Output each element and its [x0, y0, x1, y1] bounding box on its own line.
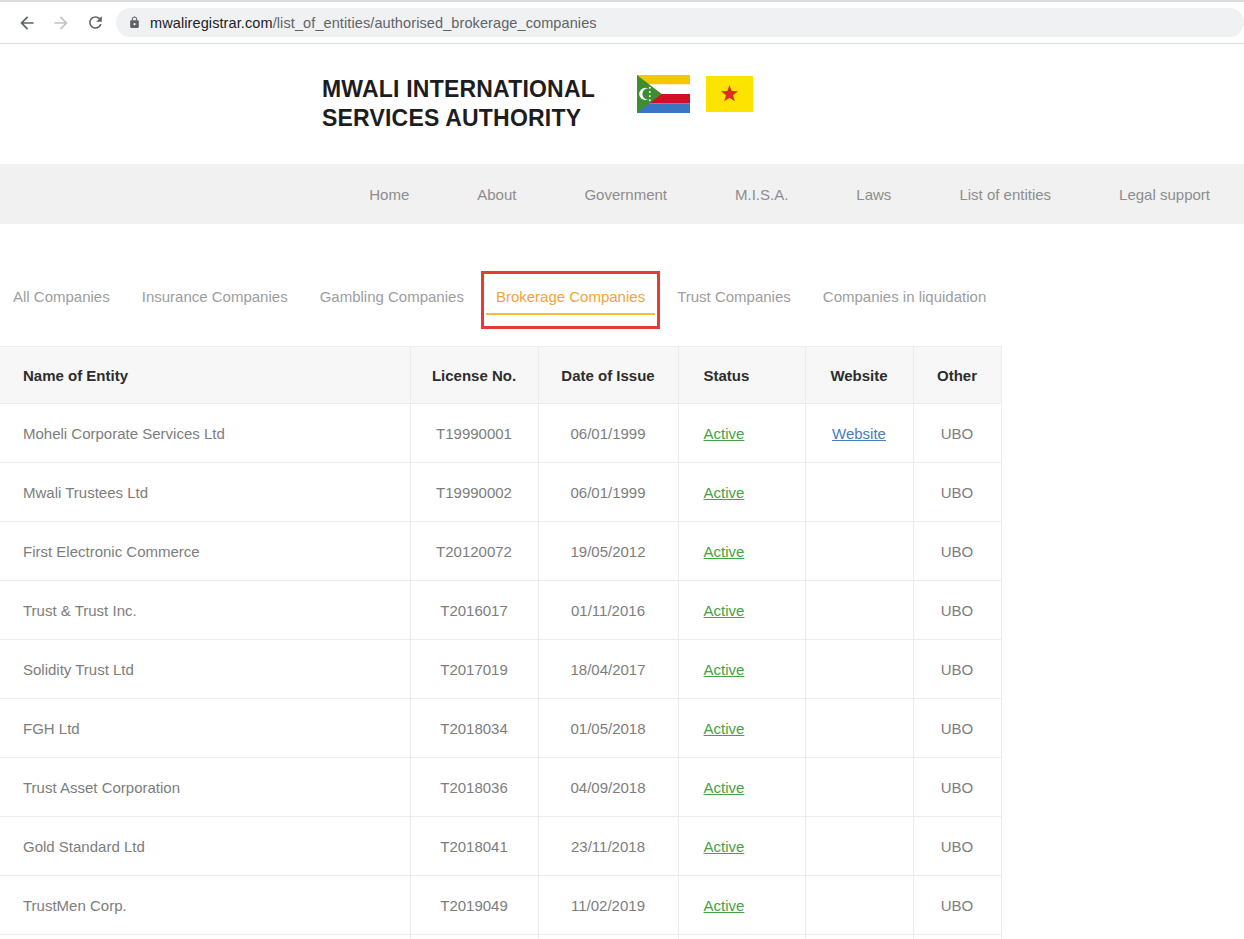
column-header-other: Other — [913, 347, 1001, 404]
tab-brokerage-companies[interactable]: Brokerage Companies — [486, 287, 655, 315]
other-cell: UBO — [913, 404, 1001, 463]
site-title-line1: MWALI INTERNATIONAL — [322, 75, 595, 104]
other-cell: UBO — [913, 581, 1001, 640]
date-of-issue: 11/02/2019 — [538, 876, 678, 935]
entity-name: TrustMen Corp. — [0, 876, 410, 935]
tab-all-companies[interactable]: All Companies — [3, 287, 120, 313]
other-cell: UBO — [913, 758, 1001, 817]
date-of-issue: 23/11/2018 — [538, 817, 678, 876]
site-title: MWALI INTERNATIONAL SERVICES AUTHORITY — [322, 75, 595, 133]
date-of-issue: 01/05/2018 — [538, 699, 678, 758]
date-of-issue: 04/09/2018 — [538, 758, 678, 817]
other-cell: UBO — [913, 522, 1001, 581]
table-header-row: Name of Entity License No. Date of Issue… — [0, 347, 1001, 404]
tab-gambling-companies[interactable]: Gambling Companies — [310, 287, 474, 313]
license-no: T2018036 — [410, 758, 538, 817]
forward-arrow-icon[interactable] — [44, 6, 78, 40]
table-row: Solidity Trust Ltd T2017019 18/04/2017 A… — [0, 640, 1001, 699]
table-row: FGH Ltd T2018034 01/05/2018 Active UBO — [0, 699, 1001, 758]
other-cell: UBO — [913, 463, 1001, 522]
lock-icon[interactable] — [128, 16, 141, 29]
status-link[interactable]: Active — [704, 425, 745, 442]
date-of-issue: 19/05/2012 — [538, 522, 678, 581]
annotation-highlight-box — [481, 271, 660, 329]
column-header-date: Date of Issue — [538, 347, 678, 404]
entity-name: FGH Ltd — [0, 699, 410, 758]
license-no: T19990001 — [410, 404, 538, 463]
url-text: mwaliregistrar.com/list_of_entities/auth… — [150, 15, 597, 31]
table-row: Moheli Corporate Services Ltd T19990001 … — [0, 404, 1001, 463]
status-link[interactable]: Active — [704, 838, 745, 855]
website-link[interactable]: Website — [832, 425, 886, 442]
entity-name: Trust Asset Corporation — [0, 758, 410, 817]
date-of-issue: 06/01/1999 — [538, 404, 678, 463]
table-row: Mwali Trustees Ltd T19990002 06/01/1999 … — [0, 463, 1001, 522]
nav-item-home[interactable]: Home — [335, 186, 443, 203]
other-cell: UBO — [913, 876, 1001, 935]
status-link[interactable]: Active — [704, 661, 745, 678]
nav-item-about[interactable]: About — [443, 186, 550, 203]
table-row: TrustMen Corp. T2019049 11/02/2019 Activ… — [0, 876, 1001, 935]
site-title-line2: SERVICES AUTHORITY — [322, 104, 595, 133]
entity-name: Mwali Trustees Ltd — [0, 463, 410, 522]
other-cell: UBO — [913, 817, 1001, 876]
date-of-issue: 18/04/2017 — [538, 640, 678, 699]
other-cell: UBO — [913, 640, 1001, 699]
column-header-license: License No. — [410, 347, 538, 404]
table-row: Trust Asset Corporation T2018036 04/09/2… — [0, 758, 1001, 817]
license-no: T2016017 — [410, 581, 538, 640]
entity-name: Gold Standard Ltd — [0, 817, 410, 876]
tab-insurance-companies[interactable]: Insurance Companies — [132, 287, 298, 313]
url-path: /list_of_entities/authorised_brokerage_c… — [273, 15, 597, 31]
nav-item-misa[interactable]: M.I.S.A. — [701, 186, 822, 203]
comoros-flag-icon — [637, 75, 690, 113]
date-of-issue: 06/01/1999 — [538, 463, 678, 522]
status-link[interactable]: Active — [704, 720, 745, 737]
license-no: T2017019 — [410, 640, 538, 699]
license-no: T2019049 — [410, 876, 538, 935]
table-row-partial — [0, 935, 1001, 939]
entity-name: First Electronic Commerce — [0, 522, 410, 581]
license-no: T20120072 — [410, 522, 538, 581]
status-link[interactable]: Active — [704, 484, 745, 501]
nav-item-legal-support[interactable]: Legal support — [1085, 186, 1244, 203]
column-header-name: Name of Entity — [0, 347, 410, 404]
nav-item-list-of-entities[interactable]: List of entities — [925, 186, 1085, 203]
url-domain: mwaliregistrar.com — [150, 15, 273, 31]
mwali-flag-icon — [706, 76, 753, 112]
column-header-website: Website — [805, 347, 913, 404]
table-row: First Electronic Commerce T20120072 19/0… — [0, 522, 1001, 581]
table-row: Gold Standard Ltd T2018041 23/11/2018 Ac… — [0, 817, 1001, 876]
date-of-issue: 01/11/2016 — [538, 581, 678, 640]
status-link[interactable]: Active — [704, 602, 745, 619]
status-link[interactable]: Active — [704, 897, 745, 914]
entity-name: Moheli Corporate Services Ltd — [0, 404, 410, 463]
back-arrow-icon[interactable] — [10, 6, 44, 40]
entity-name: Solidity Trust Ltd — [0, 640, 410, 699]
tab-companies-in-liquidation[interactable]: Companies in liquidation — [813, 287, 996, 313]
nav-item-laws[interactable]: Laws — [822, 186, 925, 203]
nav-item-government[interactable]: Government — [550, 186, 701, 203]
status-link[interactable]: Active — [704, 543, 745, 560]
entity-name: Trust & Trust Inc. — [0, 581, 410, 640]
entities-table: Name of Entity License No. Date of Issue… — [0, 346, 1002, 939]
other-cell: UBO — [913, 699, 1001, 758]
address-bar[interactable]: mwaliregistrar.com/list_of_entities/auth… — [116, 8, 1244, 37]
column-header-status: Status — [678, 347, 805, 404]
site-header: MWALI INTERNATIONAL SERVICES AUTHORITY — [0, 44, 1244, 164]
license-no: T2018041 — [410, 817, 538, 876]
status-link[interactable]: Active — [704, 779, 745, 796]
browser-toolbar: mwaliregistrar.com/list_of_entities/auth… — [0, 0, 1244, 44]
tab-trust-companies[interactable]: Trust Companies — [667, 287, 801, 313]
license-no: T2018034 — [410, 699, 538, 758]
table-row: Trust & Trust Inc. T2016017 01/11/2016 A… — [0, 581, 1001, 640]
main-nav: Home About Government M.I.S.A. Laws List… — [0, 164, 1244, 224]
reload-icon[interactable] — [78, 6, 112, 40]
license-no: T19990002 — [410, 463, 538, 522]
entity-tabs: All Companies Insurance Companies Gambli… — [0, 224, 1244, 346]
